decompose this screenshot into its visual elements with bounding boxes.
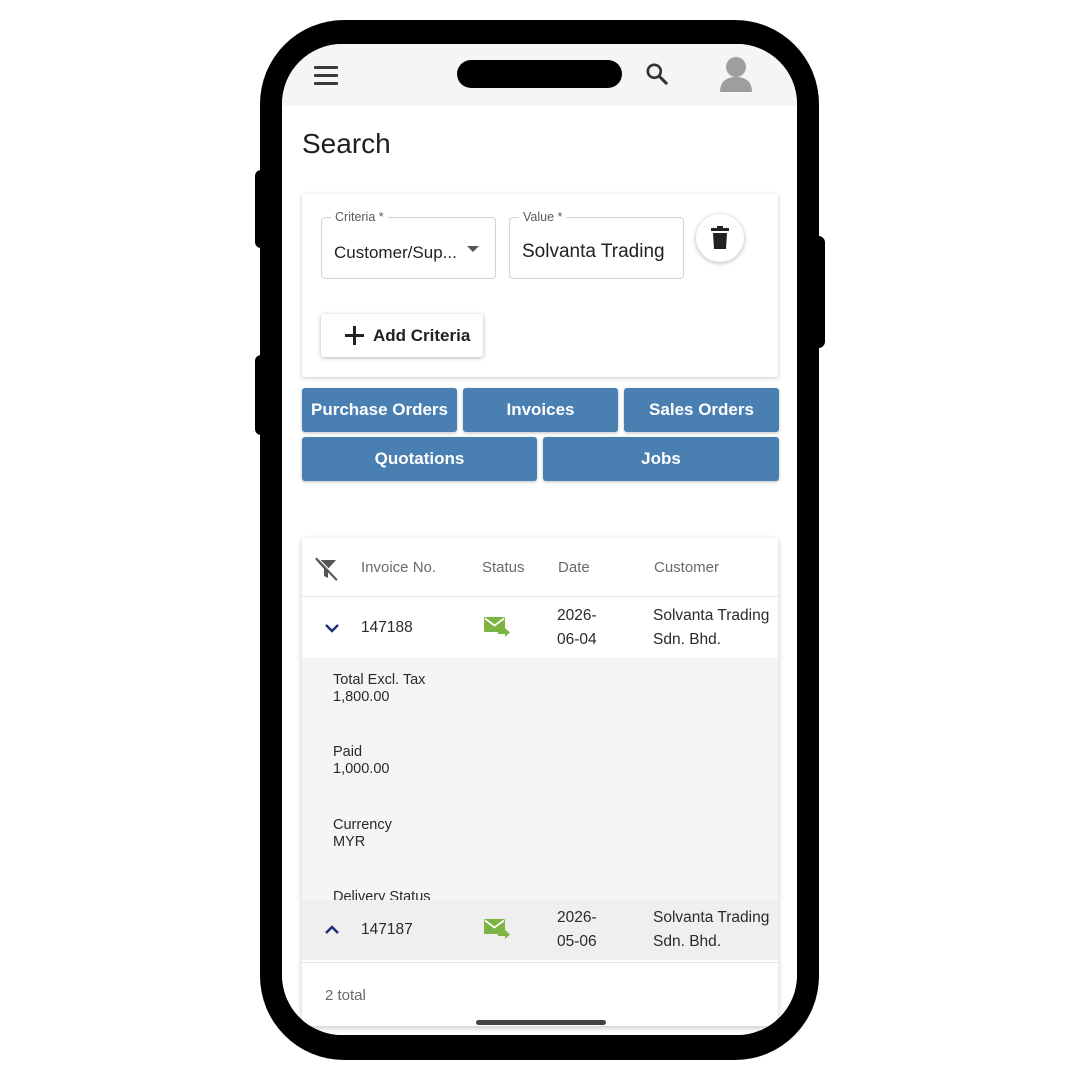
- trash-icon: [711, 226, 729, 249]
- phone-screen: Search Criteria * Customer/Sup... Value …: [282, 44, 797, 1035]
- detail-item: Total Excl. Tax 1,800.00: [333, 672, 425, 706]
- results-table: Invoice No. Status Date Customer 147188 …: [302, 538, 778, 1026]
- search-icon[interactable]: [644, 61, 670, 87]
- detail-value: 1,000.00: [333, 761, 390, 777]
- table-footer: 2 total: [302, 962, 778, 1026]
- row-details: Total Excl. Tax 1,800.00 Paid 1,000.00 C…: [302, 658, 778, 905]
- criteria-value: Customer/Sup...: [334, 243, 457, 262]
- detail-item: Currency MYR: [333, 817, 392, 851]
- email-sent-icon: [484, 617, 510, 637]
- jobs-button[interactable]: Jobs: [543, 437, 779, 481]
- home-indicator[interactable]: [476, 1020, 606, 1025]
- table-row[interactable]: 147188 2026-06-04 Solvanta Trading Sdn. …: [302, 598, 778, 658]
- quotations-button[interactable]: Quotations: [302, 437, 537, 481]
- column-header-status[interactable]: Status: [482, 559, 525, 576]
- invoice-customer: Solvanta Trading Sdn. Bhd.: [653, 607, 770, 648]
- app-bar: [282, 44, 797, 106]
- main-content: Search Criteria * Customer/Sup... Value …: [282, 106, 797, 1035]
- invoice-date: 2026-06-04: [557, 607, 597, 648]
- page-title: Search: [302, 128, 391, 159]
- criteria-select[interactable]: Criteria * Customer/Sup...: [321, 210, 496, 279]
- detail-label: Paid: [333, 744, 363, 760]
- filter-off-icon[interactable]: [313, 556, 339, 582]
- value-input[interactable]: Value * Solvanta Trading: [509, 210, 684, 279]
- criteria-card: Criteria * Customer/Sup... Value * Solva…: [302, 194, 778, 377]
- invoices-button[interactable]: Invoices: [463, 388, 618, 432]
- column-header-invoice[interactable]: Invoice No.: [361, 559, 436, 576]
- add-criteria-label: Add Criteria: [373, 326, 471, 345]
- detail-value: MYR: [333, 834, 366, 850]
- column-header-date[interactable]: Date: [558, 559, 590, 576]
- table-header: Invoice No. Status Date Customer: [302, 538, 778, 597]
- menu-icon[interactable]: [314, 66, 338, 85]
- sales-orders-button[interactable]: Sales Orders: [624, 388, 779, 432]
- chevron-up-icon[interactable]: [324, 924, 340, 936]
- invoice-number: 147188: [361, 619, 413, 636]
- total-count: 2 total: [325, 987, 366, 1004]
- criteria-label: Criteria *: [331, 210, 388, 224]
- purchase-orders-button[interactable]: Purchase Orders: [302, 388, 457, 432]
- email-sent-icon: [484, 919, 510, 939]
- detail-item: Paid 1,000.00: [333, 744, 389, 778]
- phone-side-button: [255, 170, 267, 248]
- dropdown-caret-icon[interactable]: [467, 246, 479, 252]
- detail-label: Currency: [333, 817, 392, 833]
- plus-icon: [345, 326, 364, 345]
- avatar-icon[interactable]: [719, 56, 753, 92]
- delete-criteria-button[interactable]: [696, 214, 744, 262]
- detail-value: 1,800.00: [333, 689, 390, 705]
- dynamic-island: [457, 60, 622, 88]
- value-text: Solvanta Trading: [522, 241, 665, 262]
- phone-side-button: [255, 355, 267, 435]
- table-row[interactable]: 147187 2026-05-06 Solvanta Trading Sdn. …: [302, 900, 778, 960]
- value-label: Value *: [519, 210, 567, 224]
- detail-label: Total Excl. Tax: [333, 672, 426, 688]
- chevron-down-icon[interactable]: [324, 622, 340, 634]
- invoice-customer: Solvanta Trading Sdn. Bhd.: [653, 909, 770, 950]
- column-header-customer[interactable]: Customer: [654, 559, 719, 576]
- phone-power-button: [812, 236, 825, 348]
- invoice-number: 147187: [361, 921, 413, 938]
- invoice-date: 2026-05-06: [557, 909, 597, 950]
- add-criteria-button[interactable]: Add Criteria: [321, 314, 483, 357]
